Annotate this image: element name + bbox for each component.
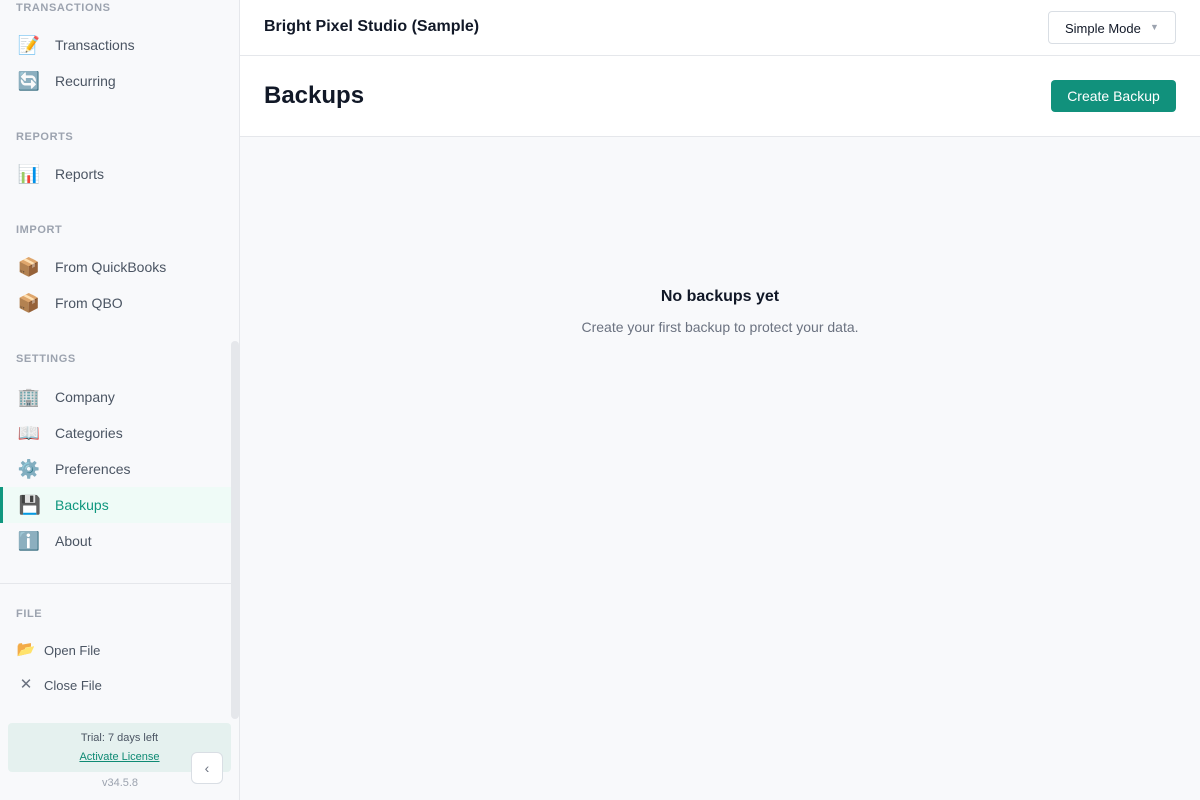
sidebar-item-label: About (55, 533, 92, 549)
open-folder-icon: 📂 (16, 641, 36, 658)
sidebar-item-label: Backups (55, 497, 109, 513)
sidebar: TRANSACTIONS 📝 Transactions 🔄 Recurring … (0, 0, 240, 800)
sidebar-item-label: Reports (55, 166, 105, 182)
collapse-sidebar-button[interactable]: ‹ (191, 752, 223, 784)
sidebar-divider (0, 583, 231, 584)
floppy-disk-icon: 💾 (18, 495, 42, 515)
page-title: Backups (264, 82, 365, 109)
sidebar-item-about[interactable]: ℹ️ About (0, 523, 231, 559)
section-title-import: IMPORT (16, 224, 63, 236)
close-file-button[interactable]: ✕ Close File (0, 670, 231, 700)
info-icon: ℹ️ (17, 531, 41, 551)
sidebar-nav: TRANSACTIONS 📝 Transactions 🔄 Recurring … (0, 0, 231, 583)
package-icon: 📦 (17, 257, 41, 277)
company-name: Bright Pixel Studio (Sample) (264, 18, 480, 35)
empty-state-title: No backups yet (660, 288, 780, 305)
sidebar-item-label: Company (55, 389, 115, 405)
memo-icon: 📝 (17, 35, 41, 55)
sidebar-item-label: From QuickBooks (55, 259, 167, 275)
open-book-icon: 📖 (17, 423, 41, 443)
sidebar-item-reports[interactable]: 📊 Reports (0, 156, 231, 192)
open-file-button[interactable]: 📂 Open File (0, 635, 231, 665)
close-file-label: Close File (44, 677, 102, 693)
chevron-left-icon: ‹ (204, 760, 210, 776)
section-title-reports: REPORTS (16, 131, 74, 143)
open-file-label: Open File (44, 642, 101, 658)
trial-status: Trial: 7 days left (80, 732, 159, 744)
gear-icon: ⚙️ (17, 459, 41, 479)
sidebar-item-label: Transactions (55, 37, 135, 53)
mode-select[interactable]: Simple Mode ▼ (1048, 11, 1176, 44)
sidebar-item-label: Recurring (55, 73, 116, 89)
repeat-icon: 🔄 (17, 71, 41, 91)
top-bar: Bright Pixel Studio (Sample) Simple Mode… (240, 0, 1200, 56)
sidebar-item-label: Preferences (55, 461, 131, 477)
page-header: Backups Create Backup (240, 56, 1200, 137)
sidebar-item-company[interactable]: 🏢 Company (0, 379, 231, 415)
close-icon: ✕ (19, 676, 33, 693)
create-backup-button[interactable]: Create Backup (1051, 80, 1176, 112)
sidebar-item-from-qbo[interactable]: 📦 From QBO (0, 285, 231, 321)
sidebar-item-recurring[interactable]: 🔄 Recurring (0, 63, 231, 99)
bar-chart-icon: 📊 (17, 164, 41, 184)
sidebar-item-preferences[interactable]: ⚙️ Preferences (0, 451, 231, 487)
office-building-icon: 🏢 (17, 387, 41, 407)
sidebar-item-categories[interactable]: 📖 Categories (0, 415, 231, 451)
empty-state-description: Create your first backup to protect your… (581, 319, 859, 335)
section-title-settings: SETTINGS (16, 353, 76, 365)
sidebar-scrollbar[interactable] (231, 341, 239, 719)
mode-select-value: Simple Mode (1065, 21, 1141, 36)
section-title-file: FILE (16, 608, 43, 620)
sidebar-item-label: Categories (55, 425, 123, 441)
chevron-down-icon: ▼ (1150, 22, 1159, 32)
package-icon: 📦 (17, 293, 41, 313)
sidebar-item-label: From QBO (55, 295, 123, 311)
sidebar-item-transactions[interactable]: 📝 Transactions (0, 27, 231, 63)
section-title-transactions: TRANSACTIONS (16, 2, 111, 14)
sidebar-item-backups[interactable]: 💾 Backups (0, 487, 231, 523)
sidebar-item-from-quickbooks[interactable]: 📦 From QuickBooks (0, 249, 231, 285)
